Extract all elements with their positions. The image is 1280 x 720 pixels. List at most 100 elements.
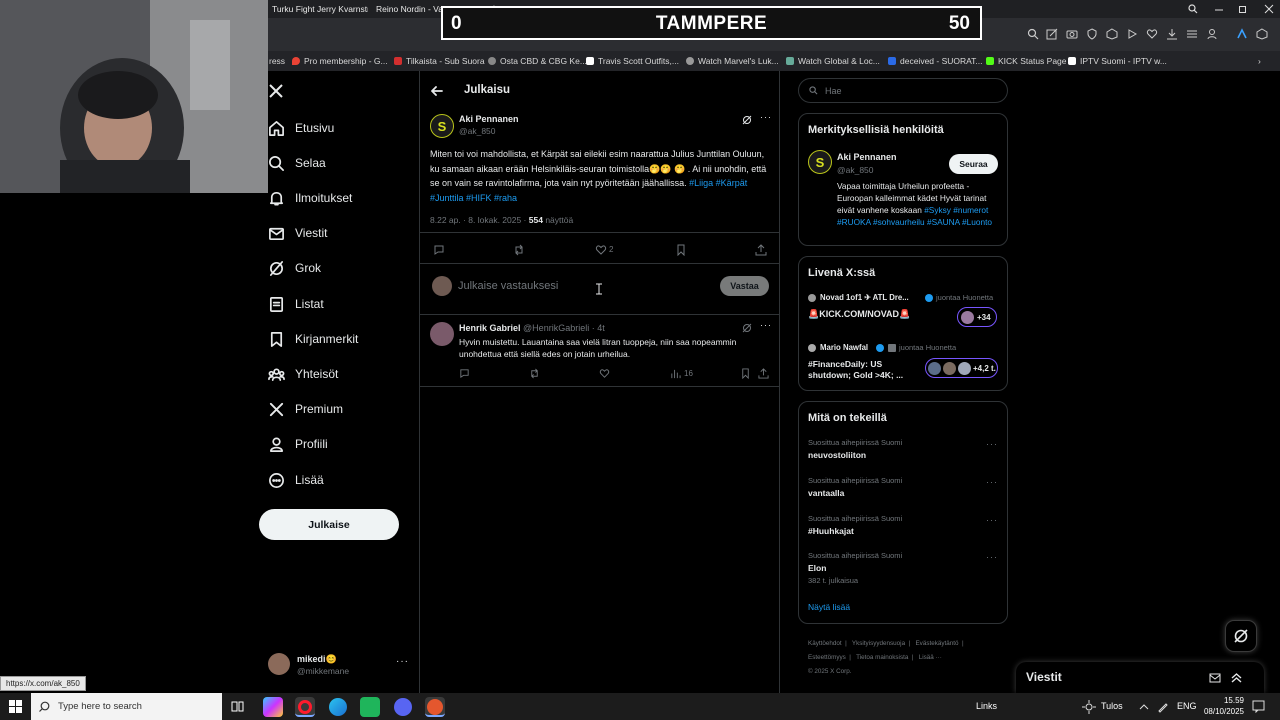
discord-icon[interactable] (393, 697, 413, 717)
x-logo-icon[interactable] (268, 83, 284, 99)
camera-icon[interactable] (1066, 28, 1078, 40)
show-more-link[interactable]: Näytä lisää (808, 602, 850, 612)
person-name[interactable]: Aki Pennanen (837, 152, 897, 162)
edit-icon[interactable] (1046, 28, 1058, 40)
grok-icon[interactable] (742, 323, 752, 333)
expand-icon[interactable] (1230, 671, 1243, 684)
person-handle[interactable]: @ak_850 (837, 165, 874, 175)
extension-icon[interactable] (1236, 28, 1248, 40)
menu-icon[interactable] (1186, 28, 1198, 40)
trend-item[interactable]: Suosittua aihepiirissä Suomi vantaalla ·… (799, 474, 1007, 508)
bookmark-item[interactable]: Watch Marvel's Luk... (686, 51, 779, 71)
reply-icon[interactable] (459, 368, 470, 379)
sidebar-toggle-icon[interactable] (1256, 28, 1268, 40)
browser-tab-active[interactable]: Reino Nordin - Vasemmi... (372, 0, 444, 18)
profile-icon[interactable] (1206, 28, 1218, 40)
search-bar[interactable]: Hae (798, 78, 1008, 103)
trend-more-icon[interactable]: ··· (986, 477, 998, 487)
nav-explore[interactable]: Selaa (268, 151, 326, 175)
tweet-time[interactable]: 8.22 ap. · 8. lokak. 2025 · (430, 215, 529, 225)
nav-more[interactable]: Lisää (268, 468, 324, 492)
search-tabs-icon[interactable] (1188, 0, 1202, 18)
author-handle[interactable]: @ak_850 (459, 126, 496, 136)
like-icon[interactable] (599, 368, 610, 379)
back-arrow-icon[interactable] (431, 85, 443, 97)
retweet-icon[interactable] (513, 244, 525, 256)
reply-author-meta[interactable]: @HenrikGabrieli · 4t (523, 323, 605, 333)
app-icon[interactable] (360, 697, 380, 717)
grok-float-button[interactable] (1225, 620, 1257, 652)
search-icon[interactable] (1027, 28, 1039, 40)
share-icon[interactable] (758, 368, 769, 379)
bookmark-item[interactable]: Tilkaista - Sub Suora (394, 51, 485, 71)
bookmarks-overflow-icon[interactable]: › (1258, 51, 1261, 71)
windows-start-icon[interactable] (9, 700, 22, 713)
cube-icon[interactable] (1106, 28, 1118, 40)
new-message-icon[interactable] (1209, 671, 1222, 684)
views-icon[interactable] (670, 368, 681, 379)
bio-hashtag[interactable]: #Syksy (924, 205, 951, 215)
weather-label[interactable]: Tulos (1101, 701, 1123, 711)
edge-icon[interactable] (328, 697, 348, 717)
footer-link[interactable]: Yksityisyydensuoja (852, 640, 905, 647)
notification-icon[interactable] (1252, 700, 1265, 713)
pen-icon[interactable] (1157, 701, 1169, 713)
account-switcher[interactable]: mikedi😊 @mikkemane ··· (268, 653, 408, 681)
bookmark-item[interactable]: Travis Scott Outfits,... (586, 51, 679, 71)
copilot-icon[interactable] (263, 697, 283, 717)
opera-icon[interactable] (295, 697, 315, 717)
download-icon[interactable] (1166, 28, 1178, 40)
taskbar-clock[interactable]: 15.59 08/10/2025 (1202, 695, 1244, 717)
grok-icon[interactable] (742, 115, 752, 125)
language-indicator[interactable]: ENG (1177, 701, 1197, 711)
bookmark-item[interactable]: KICK Status Page (986, 51, 1067, 71)
minimize-icon[interactable] (1214, 0, 1226, 18)
like-icon[interactable] (595, 244, 607, 256)
bookmark-item[interactable]: IPTV Suomi - IPTV w... (1068, 51, 1167, 71)
trend-item[interactable]: Suosittua aihepiirissä Suomi neuvostolii… (799, 436, 1007, 470)
reply-author-name[interactable]: Henrik Gabriel (459, 323, 521, 333)
nav-home[interactable]: Etusivu (268, 116, 334, 140)
share-icon[interactable] (755, 244, 767, 256)
footer-link[interactable]: Tietoa mainoksista (856, 654, 908, 661)
author-avatar[interactable]: S (430, 114, 454, 138)
nav-lists[interactable]: Listat (268, 292, 324, 316)
tweet-more-icon[interactable]: ··· (760, 112, 772, 122)
bookmark-icon[interactable] (740, 368, 751, 379)
nav-messages[interactable]: Viestit (268, 221, 327, 245)
weather-icon[interactable] (1082, 700, 1096, 714)
footer-link[interactable]: Esteettömyys (808, 654, 846, 661)
reply-author-avatar[interactable] (430, 322, 454, 346)
nav-grok[interactable]: Grok (268, 256, 321, 280)
bookmark-prefix[interactable]: ress (269, 51, 285, 71)
chevron-up-icon[interactable] (1139, 702, 1149, 712)
nav-profile[interactable]: Profiili (268, 432, 328, 456)
footer-link[interactable]: Evästekäytäntö (915, 640, 958, 647)
heart-icon[interactable] (1146, 28, 1158, 40)
browser-tab[interactable]: Turku Fight Jerry Kvarnstr... (272, 0, 368, 18)
retweet-icon[interactable] (529, 368, 540, 379)
bookmark-item[interactable]: Watch Global & Loc... (786, 51, 880, 71)
trend-more-icon[interactable]: ··· (986, 515, 998, 525)
nav-bookmarks[interactable]: Kirjanmerkit (268, 327, 358, 351)
obs-icon[interactable] (425, 697, 445, 717)
nav-communities[interactable]: Yhteisöt (268, 362, 338, 386)
taskbar-search[interactable]: Type here to search (31, 693, 222, 720)
author-name[interactable]: Aki Pennanen (459, 114, 519, 124)
nav-premium[interactable]: Premium (268, 397, 343, 421)
reply-more-icon[interactable]: ··· (760, 320, 772, 330)
person-avatar[interactable]: S (808, 150, 832, 174)
trend-item[interactable]: Suosittua aihepiirissä Suomi Elon 382 t.… (799, 549, 1007, 591)
shield-icon[interactable] (1086, 28, 1098, 40)
trend-more-icon[interactable]: ··· (986, 552, 998, 562)
bookmark-item[interactable]: Osta CBD & CBG Ke... (488, 51, 587, 71)
taskbar-links[interactable]: Links (976, 701, 997, 711)
nav-notifications[interactable]: Ilmoitukset (268, 186, 352, 210)
bookmark-item[interactable]: deceived - SUORAT... (888, 51, 983, 71)
trend-more-icon[interactable]: ··· (986, 439, 998, 449)
bookmark-item[interactable]: Pro membership - G... (292, 51, 388, 71)
reply-icon[interactable] (433, 244, 445, 256)
task-view-icon[interactable] (231, 700, 244, 713)
messages-drawer[interactable]: Viestit (1016, 662, 1264, 693)
account-more-icon[interactable]: ··· (396, 656, 409, 667)
